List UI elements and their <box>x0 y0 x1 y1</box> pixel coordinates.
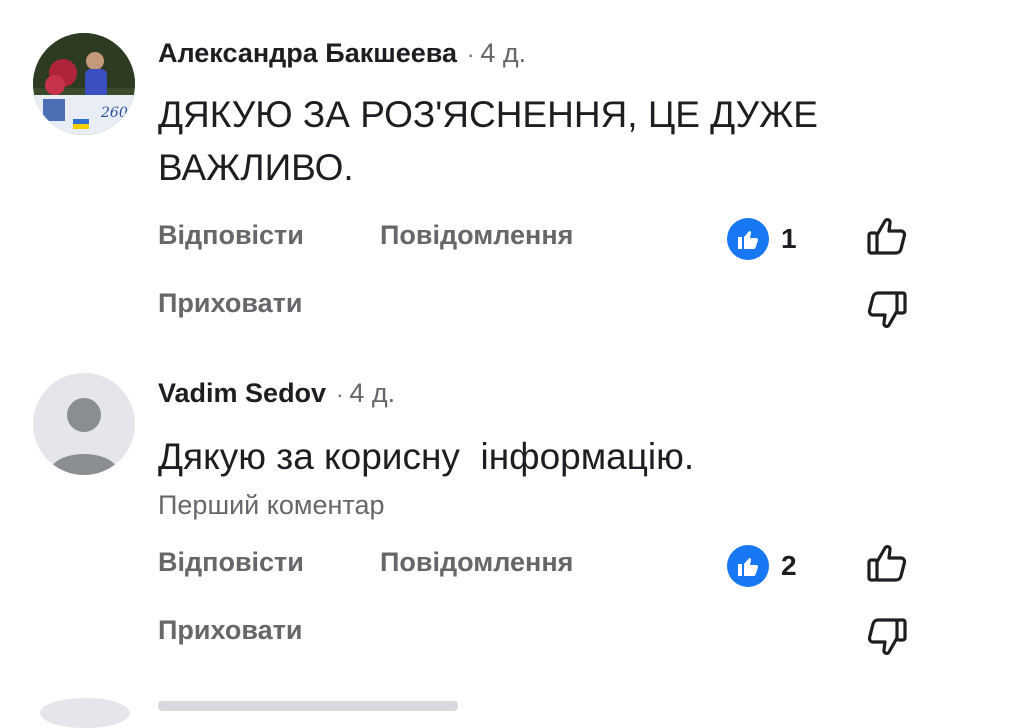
reply-button[interactable]: Відповісти <box>158 547 304 578</box>
comment-header: Vadim Sedov · 4 д. <box>158 378 395 409</box>
reaction-count: 1 <box>781 223 797 254</box>
reaction-summary[interactable]: 1 <box>727 218 797 260</box>
comment-header: Александра Бакшеева · 4 д. <box>158 38 526 69</box>
timestamp[interactable]: 4 д. <box>349 378 395 409</box>
default-avatar-icon[interactable] <box>33 373 135 475</box>
svg-text:260°: 260° <box>100 105 135 121</box>
thumbs-down-icon[interactable] <box>863 613 911 661</box>
thumbs-down-icon[interactable] <box>863 286 911 334</box>
hide-button[interactable]: Приховати <box>158 615 302 646</box>
avatar[interactable] <box>40 698 130 728</box>
thumbs-up-icon[interactable] <box>863 212 911 260</box>
first-comment-label: Перший коментар <box>158 490 385 520</box>
message-button[interactable]: Повідомлення <box>380 220 573 251</box>
timestamp[interactable]: 4 д. <box>480 38 526 69</box>
like-reaction-icon <box>727 545 769 587</box>
like-reaction-icon <box>727 218 769 260</box>
reply-button[interactable]: Відповісти <box>158 220 304 251</box>
comment-text: ДЯКУЮ ЗА РОЗ'ЯСНЕННЯ, ЦЕ ДУЖЕ ВАЖЛИВО. <box>158 94 818 188</box>
author-name[interactable]: Vadim Sedov <box>158 378 326 409</box>
author-name[interactable]: Александра Бакшеева <box>158 38 457 69</box>
message-button[interactable]: Повідомлення <box>380 547 573 578</box>
comment-item: 260° Александра Бакшеева · 4 д. ДЯКУЮ ЗА… <box>0 0 1024 360</box>
reaction-summary[interactable]: 2 <box>727 545 797 587</box>
avatar[interactable]: 260° <box>33 33 135 135</box>
thumbs-up-icon[interactable] <box>863 539 911 587</box>
separator-dot: · <box>336 382 344 407</box>
author-name <box>158 701 458 711</box>
comment-item: Vadim Sedov · 4 д. Дякую за корисну інфо… <box>0 360 1024 700</box>
comment-text: Дякую за корисну інформацію. <box>158 436 695 477</box>
hide-button[interactable]: Приховати <box>158 288 302 319</box>
reaction-count: 2 <box>781 550 797 581</box>
separator-dot: · <box>467 42 475 67</box>
